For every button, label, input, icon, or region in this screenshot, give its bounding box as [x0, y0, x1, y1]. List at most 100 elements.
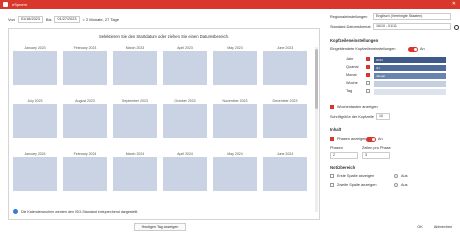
month-block[interactable]: June 2023	[263, 46, 307, 86]
notes1-checkbox[interactable]	[330, 174, 334, 178]
header-preview: 2024 Q1 Januar	[374, 57, 452, 97]
month-days-grid[interactable]	[163, 51, 207, 85]
preview-week-band	[374, 81, 446, 87]
preview-year-band: 2024	[374, 57, 446, 63]
phases-toggle-value: An	[378, 137, 383, 141]
month-title: January 2024	[24, 152, 46, 156]
month-days-grid[interactable]	[63, 104, 107, 138]
phases-number-input[interactable]: 2	[330, 152, 358, 159]
to-label: Bis	[45, 16, 52, 22]
phases-field-label: Phasen	[330, 146, 343, 150]
to-date-input[interactable]: 01/27/2023	[54, 15, 80, 23]
month-title: April 2024	[177, 152, 193, 156]
info-icon	[13, 209, 18, 214]
month-block[interactable]: November 2023	[213, 99, 257, 139]
month-block[interactable]: December 2023	[263, 99, 307, 139]
region-label: Regionaleinstellungen	[330, 15, 368, 19]
notes2-label: Zweite Spalte anzeigen	[337, 183, 377, 187]
iso-info: Die Kalenderwochen werden den ISO-Standa…	[13, 209, 138, 214]
format-select[interactable]: 16/10 - 01/11	[373, 23, 451, 30]
month-block[interactable]: March 2023	[113, 46, 157, 86]
month-block[interactable]: June 2024	[263, 152, 307, 192]
month-block[interactable]: April 2024	[163, 152, 207, 192]
show-today-button[interactable]: Heutigen Tag anzeigen	[134, 223, 186, 231]
month-days-grid[interactable]	[13, 104, 57, 138]
notes2-radio[interactable]	[394, 183, 398, 187]
month-days-grid[interactable]	[263, 157, 307, 191]
content-section-title: Inhalt	[330, 127, 342, 132]
calendar-pane: Selektieren Sie den Startdatum oder zieh…	[8, 28, 320, 220]
font-size-select[interactable]: 10	[376, 113, 390, 120]
notes2-checkbox[interactable]	[330, 183, 334, 187]
from-date-input[interactable]: 01/18/2023	[17, 15, 43, 23]
month-days-grid[interactable]	[213, 104, 257, 138]
rows-number-input[interactable]: 3	[362, 152, 390, 159]
month-days-grid[interactable]	[113, 157, 157, 191]
month-days-grid[interactable]	[163, 104, 207, 138]
month-days-grid[interactable]	[213, 157, 257, 191]
phases-toggle[interactable]	[366, 137, 376, 142]
notes-section-title: Notizbereich	[330, 165, 356, 170]
format-label: Standard-Datumsformat	[330, 25, 371, 29]
level-label: Tag	[346, 89, 353, 93]
month-days-grid[interactable]	[113, 104, 157, 138]
weeknum-checkbox[interactable]	[330, 105, 334, 109]
month-title: October 2023	[174, 99, 196, 103]
rows-field-label: Zeilen pro Phase	[362, 146, 391, 150]
month-title: March 2023	[125, 46, 145, 50]
title-bar: eSpnem ✕	[0, 0, 460, 9]
month-block[interactable]: August 2023	[63, 99, 107, 139]
month-days-grid[interactable]	[63, 157, 107, 191]
month-days-grid[interactable]	[13, 157, 57, 191]
month-days-grid[interactable]	[113, 51, 157, 85]
phases-checkbox[interactable]	[330, 137, 334, 141]
month-block[interactable]: January 2023	[13, 46, 57, 86]
calendar-instruction: Selektieren Sie den Startdatum oder zieh…	[98, 34, 230, 39]
month-days-grid[interactable]	[163, 157, 207, 191]
ok-button[interactable]: OK	[412, 223, 428, 231]
header-toggle[interactable]	[408, 47, 418, 52]
level-checkbox[interactable]	[366, 57, 370, 61]
month-block[interactable]: May 2023	[213, 46, 257, 86]
month-title: February 2024	[73, 152, 97, 156]
settings-panel: Regionaleinstellungen Englisch (Vereinig…	[328, 10, 459, 235]
close-icon[interactable]: ✕	[452, 0, 456, 9]
month-title: June 2023	[276, 46, 294, 50]
month-title: May 2024	[227, 152, 243, 156]
month-block[interactable]: February 2023	[63, 46, 107, 86]
month-title: November 2023	[222, 99, 248, 103]
level-checkbox[interactable]	[366, 81, 370, 85]
month-days-grid[interactable]	[263, 104, 307, 138]
gear-icon[interactable]	[454, 25, 459, 30]
region-select[interactable]: Englisch (Vereinigte Staaten)	[373, 13, 451, 20]
month-days-grid[interactable]	[213, 51, 257, 85]
notes1-radio[interactable]	[394, 174, 398, 178]
from-label: Von	[8, 16, 15, 22]
cancel-button[interactable]: Abbrechen	[428, 223, 458, 231]
level-checkbox[interactable]	[366, 89, 370, 93]
phases-label: Phasen anzeigen	[337, 137, 367, 141]
month-title: December 2023	[272, 99, 298, 103]
preview-month-band: Januar	[374, 73, 446, 79]
level-label: Monat	[346, 73, 357, 77]
month-block[interactable]: February 2024	[63, 152, 107, 192]
level-checkbox[interactable]	[366, 73, 370, 77]
month-days-grid[interactable]	[13, 51, 57, 85]
month-days-grid[interactable]	[63, 51, 107, 85]
month-block[interactable]: July 2023	[13, 99, 57, 139]
level-label: Jahr	[346, 57, 354, 61]
duration-text: = 2 Monate, 27 Tage	[82, 16, 120, 22]
month-block[interactable]: April 2023	[163, 46, 207, 86]
month-block[interactable]: October 2023	[163, 99, 207, 139]
window-title: eSpnem	[12, 2, 27, 7]
month-block[interactable]: January 2024	[13, 152, 57, 192]
month-title: June 2024	[276, 152, 294, 156]
month-days-grid[interactable]	[263, 51, 307, 85]
level-checkbox[interactable]	[366, 65, 370, 69]
scrollbar-thumb[interactable]	[315, 49, 318, 109]
calendar-scrollbar[interactable]	[315, 47, 318, 212]
month-block[interactable]: September 2023	[113, 99, 157, 139]
month-title: August 2023	[75, 99, 95, 103]
month-block[interactable]: May 2024	[213, 152, 257, 192]
month-block[interactable]: March 2024	[113, 152, 157, 192]
